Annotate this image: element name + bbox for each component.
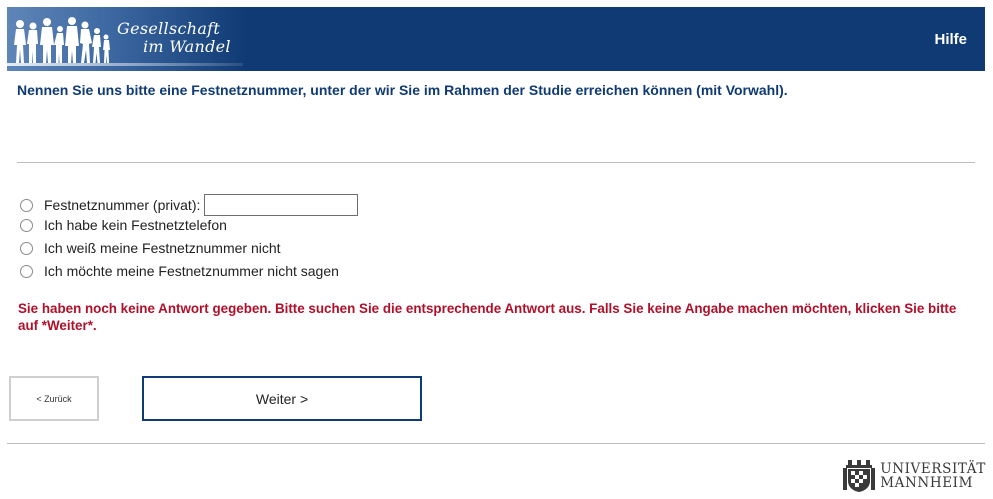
logo-text-line2: im Wandel (143, 37, 231, 56)
people-silhouette-icon (14, 17, 110, 63)
back-button[interactable]: < Zurück (9, 376, 99, 421)
logo-swoosh (7, 63, 243, 66)
study-logo: Gesellschaft im Wandel (7, 7, 247, 71)
logo-text-line1: Gesellschaft (117, 19, 221, 38)
option-label: Festnetznummer (privat): (44, 197, 201, 213)
option-label: Ich möchte meine Festnetznummer nicht sa… (44, 263, 339, 279)
option-no-landline[interactable]: Ich habe kein Festnetztelefon (20, 215, 227, 235)
help-link[interactable]: Hilfe (934, 31, 967, 48)
divider-top (17, 162, 975, 163)
option-dont-know[interactable]: Ich weiß meine Festnetznummer nicht (20, 238, 281, 258)
radio-button[interactable] (20, 218, 33, 232)
radio-button[interactable] (20, 241, 33, 255)
option-label: Ich habe kein Festnetztelefon (44, 217, 227, 233)
radio-button[interactable] (20, 264, 33, 278)
phone-number-input[interactable] (204, 194, 359, 216)
option-label: Ich weiß meine Festnetznummer nicht (44, 240, 281, 256)
university-logo: UNIVERSITÄT MANNHEIM (842, 459, 986, 493)
question-text: Nennen Sie uns bitte eine Festnetznummer… (17, 82, 788, 98)
option-phone-private[interactable]: Festnetznummer (privat): (20, 194, 359, 216)
option-refuse[interactable]: Ich möchte meine Festnetznummer nicht sa… (20, 261, 339, 281)
header-bar: Gesellschaft im Wandel Hilfe (7, 7, 985, 71)
validation-error-message: Sie haben noch keine Antwort gegeben. Bi… (18, 301, 957, 333)
divider-bottom (7, 443, 985, 444)
university-name-line1: UNIVERSITÄT (880, 461, 986, 477)
radio-button[interactable] (20, 198, 33, 212)
university-name-line2: MANNHEIM (880, 475, 974, 491)
university-crest-icon (843, 460, 876, 492)
next-button[interactable]: Weiter > (142, 376, 422, 421)
